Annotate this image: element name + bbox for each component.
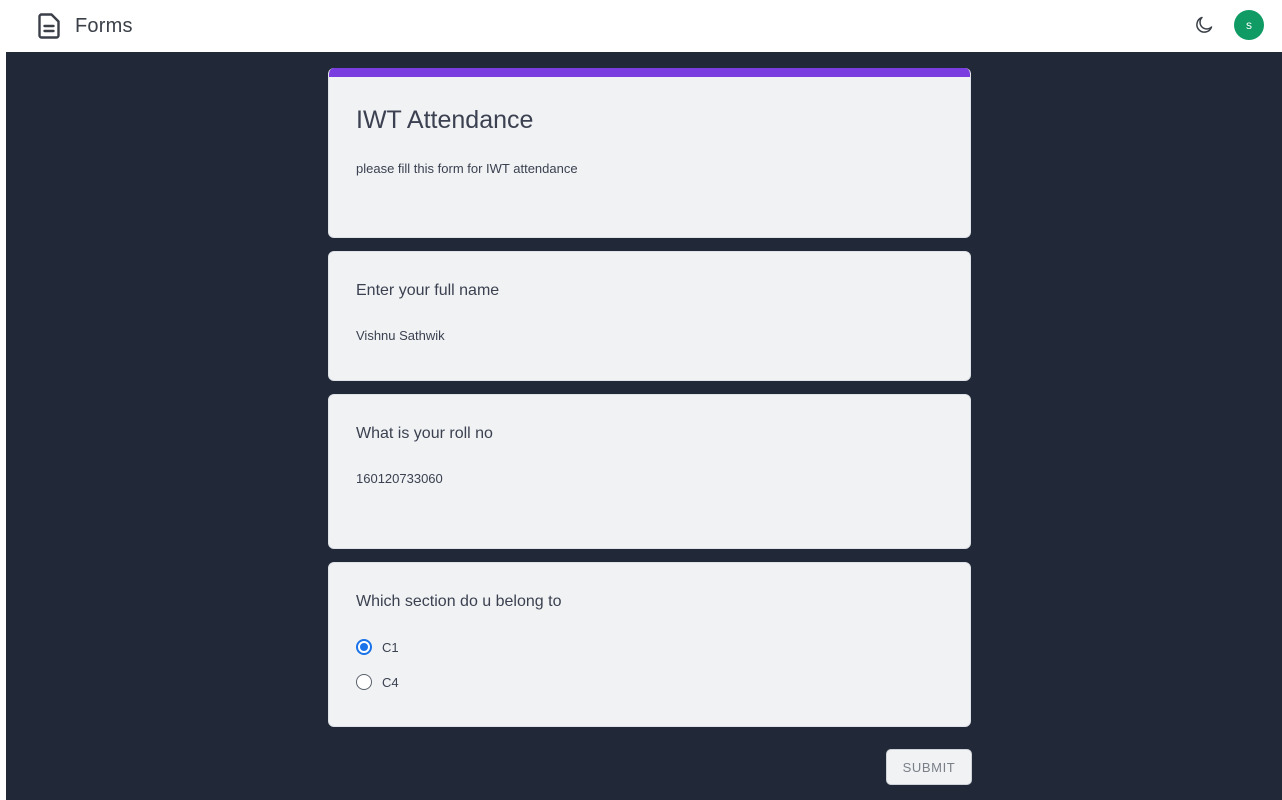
app-title: Forms (75, 14, 133, 37)
theme-toggle-button[interactable] (1192, 13, 1216, 37)
form-description: please fill this form for IWT attendance (356, 161, 578, 176)
form-title: IWT Attendance (356, 106, 534, 134)
question-card-section: Which section do u belong to C1 C4 (328, 562, 971, 727)
radio-button[interactable] (356, 674, 372, 690)
top-right-actions: s (1192, 8, 1264, 42)
brand: Forms (38, 13, 133, 39)
radio-option-c1[interactable]: C1 (356, 639, 399, 655)
radio-label: C1 (382, 639, 399, 655)
top-bar: Forms s (0, 0, 1282, 52)
full-name-input[interactable] (356, 328, 936, 343)
accent-bar (329, 68, 970, 77)
radio-button-selected[interactable] (356, 639, 372, 655)
moon-icon (1196, 16, 1213, 33)
question-card-name: Enter your full name (328, 251, 971, 381)
submit-button[interactable]: SUBMIT (886, 749, 972, 785)
document-icon (38, 13, 60, 39)
question-label: What is your roll no (356, 425, 493, 442)
question-label: Which section do u belong to (356, 593, 562, 610)
avatar-initial: s (1246, 18, 1252, 32)
radio-option-c4[interactable]: C4 (356, 674, 399, 690)
roll-number-input[interactable] (356, 471, 936, 486)
avatar[interactable]: s (1234, 10, 1264, 40)
form-area: IWT Attendance please fill this form for… (6, 52, 1282, 800)
question-label: Enter your full name (356, 282, 500, 299)
radio-label: C4 (382, 674, 399, 690)
question-card-roll: What is your roll no (328, 394, 971, 549)
form-header-card: IWT Attendance please fill this form for… (328, 68, 971, 238)
